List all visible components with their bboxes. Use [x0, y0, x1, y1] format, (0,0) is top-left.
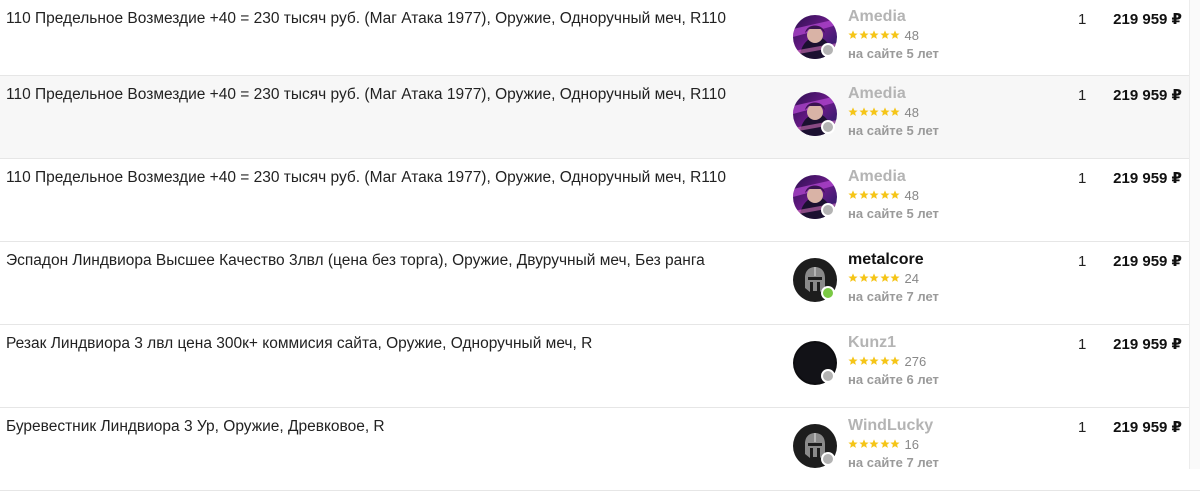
offer-quantity: 1: [1078, 87, 1087, 104]
offer-row[interactable]: Резак Линдвиора 3 лвл цена 300к+ коммиси…: [0, 325, 1200, 408]
star-rating-icon: [848, 356, 901, 366]
status-indicator: [821, 203, 835, 217]
seller-rating: 276: [848, 353, 927, 369]
seller-info[interactable]: Amedia 48 на сайте 5 лет: [793, 85, 1053, 146]
offer-row[interactable]: 110 Предельное Возмездие +40 = 230 тысяч…: [0, 76, 1200, 159]
seller-name[interactable]: Kunz1: [848, 334, 896, 352]
offer-description[interactable]: Резак Линдвиора 3 лвл цена 300к+ коммиси…: [6, 335, 592, 353]
seller-info[interactable]: Amedia 48 на сайте 5 лет: [793, 168, 1053, 229]
offer-row[interactable]: 110 Предельное Возмездие +40 = 230 тысяч…: [0, 0, 1200, 76]
member-since: на сайте 6 лет: [848, 372, 939, 387]
offer-row[interactable]: Эспадон Линдвиора Высшее Качество 3лвл (…: [0, 242, 1200, 325]
review-count: 16: [904, 436, 919, 452]
seller-rating: 16: [848, 436, 919, 452]
member-since: на сайте 7 лет: [848, 289, 939, 304]
review-count: 48: [904, 104, 919, 120]
offer-price: 219 959 ₽: [1113, 11, 1182, 28]
seller-name[interactable]: WindLucky: [848, 417, 933, 435]
star-rating-icon: [848, 190, 901, 200]
offer-row[interactable]: 110 Предельное Возмездие +40 = 230 тысяч…: [0, 159, 1200, 242]
star-rating-icon: [848, 273, 901, 283]
seller-name[interactable]: Amedia: [848, 168, 906, 186]
offer-price: 219 959 ₽: [1113, 419, 1182, 436]
star-rating-icon: [848, 30, 901, 40]
offer-quantity: 1: [1078, 253, 1087, 270]
offer-description[interactable]: Эспадон Линдвиора Высшее Качество 3лвл (…: [6, 252, 705, 270]
offer-description[interactable]: 110 Предельное Возмездие +40 = 230 тысяч…: [6, 169, 726, 187]
review-count: 48: [904, 27, 919, 43]
star-rating-icon: [848, 107, 901, 117]
offer-quantity: 1: [1078, 336, 1087, 353]
offer-quantity: 1: [1078, 11, 1087, 28]
offer-description[interactable]: 110 Предельное Возмездие +40 = 230 тысяч…: [6, 86, 726, 104]
status-indicator: [821, 286, 835, 300]
seller-rating: 48: [848, 27, 919, 43]
offer-description[interactable]: Буревестник Линдвиора 3 Ур, Оружие, Древ…: [6, 418, 385, 436]
offer-quantity: 1: [1078, 419, 1087, 436]
seller-info[interactable]: WindLucky 16 на сайте 7 лет: [793, 417, 1053, 478]
member-since: на сайте 5 лет: [848, 123, 939, 138]
member-since: на сайте 5 лет: [848, 46, 939, 61]
status-indicator: [821, 369, 835, 383]
offer-price: 219 959 ₽: [1113, 170, 1182, 187]
seller-info[interactable]: Amedia 48 на сайте 5 лет: [793, 8, 1053, 69]
offer-list: 110 Предельное Возмездие +40 = 230 тысяч…: [0, 0, 1200, 491]
seller-info[interactable]: Kunz1 276 на сайте 6 лет: [793, 334, 1053, 395]
seller-name[interactable]: Amedia: [848, 85, 906, 103]
seller-rating: 48: [848, 187, 919, 203]
offer-price: 219 959 ₽: [1113, 87, 1182, 104]
review-count: 24: [904, 270, 919, 286]
offer-price: 219 959 ₽: [1113, 336, 1182, 353]
star-rating-icon: [848, 439, 901, 449]
offer-price: 219 959 ₽: [1113, 253, 1182, 270]
review-count: 276: [904, 353, 927, 369]
status-indicator: [821, 120, 835, 134]
status-indicator: [821, 43, 835, 57]
status-indicator: [821, 452, 835, 466]
seller-name[interactable]: metalcore: [848, 251, 924, 269]
seller-rating: 24: [848, 270, 919, 286]
seller-rating: 48: [848, 104, 919, 120]
scrollbar[interactable]: [1189, 0, 1200, 469]
seller-name[interactable]: Amedia: [848, 8, 906, 26]
seller-info[interactable]: metalcore 24 на сайте 7 лет: [793, 251, 1053, 312]
offer-quantity: 1: [1078, 170, 1087, 187]
offer-row[interactable]: Буревестник Линдвиора 3 Ур, Оружие, Древ…: [0, 408, 1200, 491]
member-since: на сайте 7 лет: [848, 455, 939, 470]
offer-description[interactable]: 110 Предельное Возмездие +40 = 230 тысяч…: [6, 10, 726, 28]
member-since: на сайте 5 лет: [848, 206, 939, 221]
review-count: 48: [904, 187, 919, 203]
